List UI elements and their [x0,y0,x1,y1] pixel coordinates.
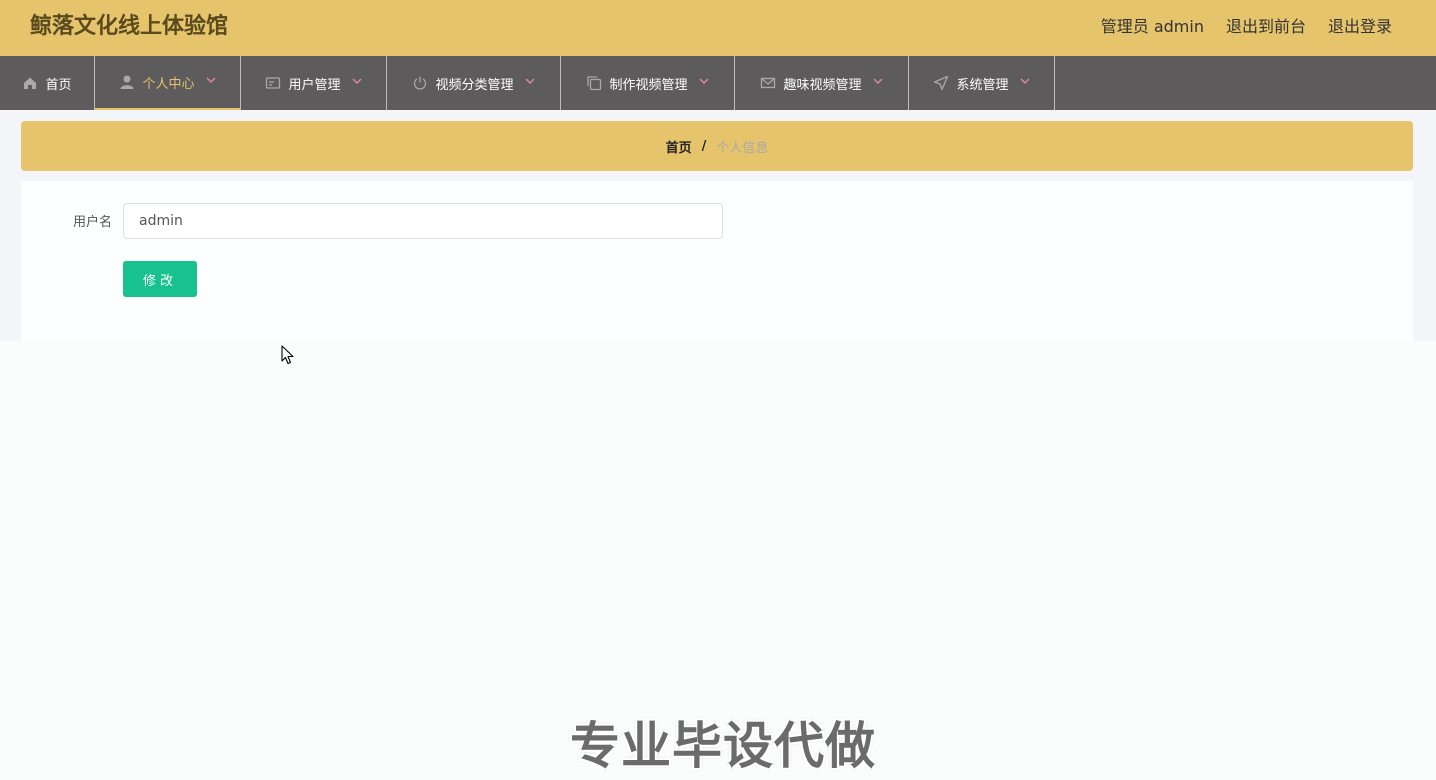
nav-item-home[interactable]: 首页 [0,56,95,110]
top-header: 鲸落文化线上体验馆 管理员 admin 退出到前台 退出登录 [0,0,1436,56]
nav-item-system-management[interactable]: 系统管理 [909,56,1055,110]
nav-item-user-management[interactable]: 用户管理 [241,56,387,110]
update-button[interactable]: 修改 [123,261,197,297]
back-to-frontend-link[interactable]: 退出到前台 [1226,15,1306,39]
breadcrumb-separator: / [701,138,707,154]
nav-label-user-management: 用户管理 [288,77,341,93]
site-title: 鲸落文化线上体验馆 [30,14,229,39]
chevron-down-icon [206,77,215,83]
breadcrumb-current: 个人信息 [716,140,769,156]
nav-item-production-video[interactable]: 制作视频管理 [561,56,735,110]
user-icon [120,75,134,89]
mouse-cursor-icon [281,345,294,365]
breadcrumb-home[interactable]: 首页 [666,137,692,156]
nav-label-production-video: 制作视频管理 [609,77,688,93]
personal-info-form: 用户名 修改 [21,181,1413,341]
chevron-down-icon [525,78,534,84]
nav-label-video-category: 视频分类管理 [435,77,514,93]
main-nav: 首页 个人中心 用户管理 视频分类管理 制作视频管理 趣味视频管理 系统管理 [0,56,1436,110]
nav-item-personal-center[interactable]: 个人中心 [95,56,241,110]
logout-link[interactable]: 退出登录 [1328,15,1392,39]
send-icon [934,75,949,91]
id-card-icon [266,77,281,89]
nav-label-home: 首页 [45,77,72,93]
nav-label-personal-center: 个人中心 [142,76,195,92]
username-input[interactable] [123,203,723,239]
chevron-down-icon [699,78,708,84]
home-icon [24,77,37,89]
nav-item-video-category[interactable]: 视频分类管理 [387,56,561,110]
chevron-down-icon [352,78,361,84]
nav-label-fun-video: 趣味视频管理 [783,77,862,93]
watermark-text: 专业毕设代做 [570,717,876,775]
header-actions: 管理员 admin 退出到前台 退出登录 [1101,15,1392,39]
power-icon [414,76,427,90]
admin-user-label: 管理员 admin [1100,17,1204,36]
chevron-down-icon [873,78,882,84]
nav-item-fun-video[interactable]: 趣味视频管理 [735,56,909,110]
mail-icon [761,77,776,89]
copy-icon [587,76,602,91]
breadcrumb: 首页 / 个人信息 [21,121,1413,171]
nav-label-system-management: 系统管理 [956,77,1009,93]
chevron-down-icon [1020,78,1029,84]
username-label: 用户名 [72,215,112,230]
